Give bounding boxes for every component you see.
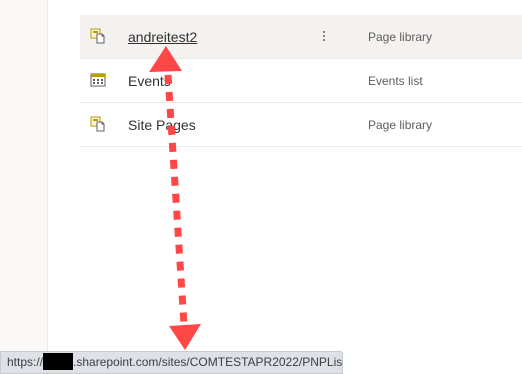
list-row-type: Page library bbox=[368, 30, 433, 44]
status-url-prefix: https:// bbox=[7, 355, 44, 369]
site-contents-list: andreitest2 Page library Events Events l… bbox=[80, 15, 522, 147]
page-library-icon bbox=[90, 116, 106, 132]
page-library-icon bbox=[90, 28, 106, 44]
list-row-name[interactable]: Site Pages bbox=[128, 117, 196, 133]
left-navigation-strip bbox=[0, 0, 48, 374]
more-options-icon[interactable] bbox=[316, 25, 332, 47]
list-row-name[interactable]: andreitest2 bbox=[128, 29, 197, 45]
list-row-andreitest2[interactable]: andreitest2 Page library bbox=[80, 15, 522, 59]
calendar-list-icon bbox=[90, 72, 106, 88]
redaction-block bbox=[43, 353, 74, 371]
list-row-type: Page library bbox=[368, 118, 433, 132]
list-row-type: Events list bbox=[368, 74, 423, 88]
list-row-site-pages[interactable]: Site Pages Page library bbox=[80, 103, 522, 147]
list-row-events[interactable]: Events Events list bbox=[80, 59, 522, 103]
status-url-suffix: .sharepoint.com/sites/COMTESTAPR2022/PNP… bbox=[73, 355, 343, 369]
sharepoint-site-contents: andreitest2 Page library Events Events l… bbox=[0, 0, 522, 374]
list-row-name[interactable]: Events bbox=[128, 73, 171, 89]
browser-status-bar-url: https:// .sharepoint.com/sites/COMTESTAPR… bbox=[0, 351, 343, 374]
